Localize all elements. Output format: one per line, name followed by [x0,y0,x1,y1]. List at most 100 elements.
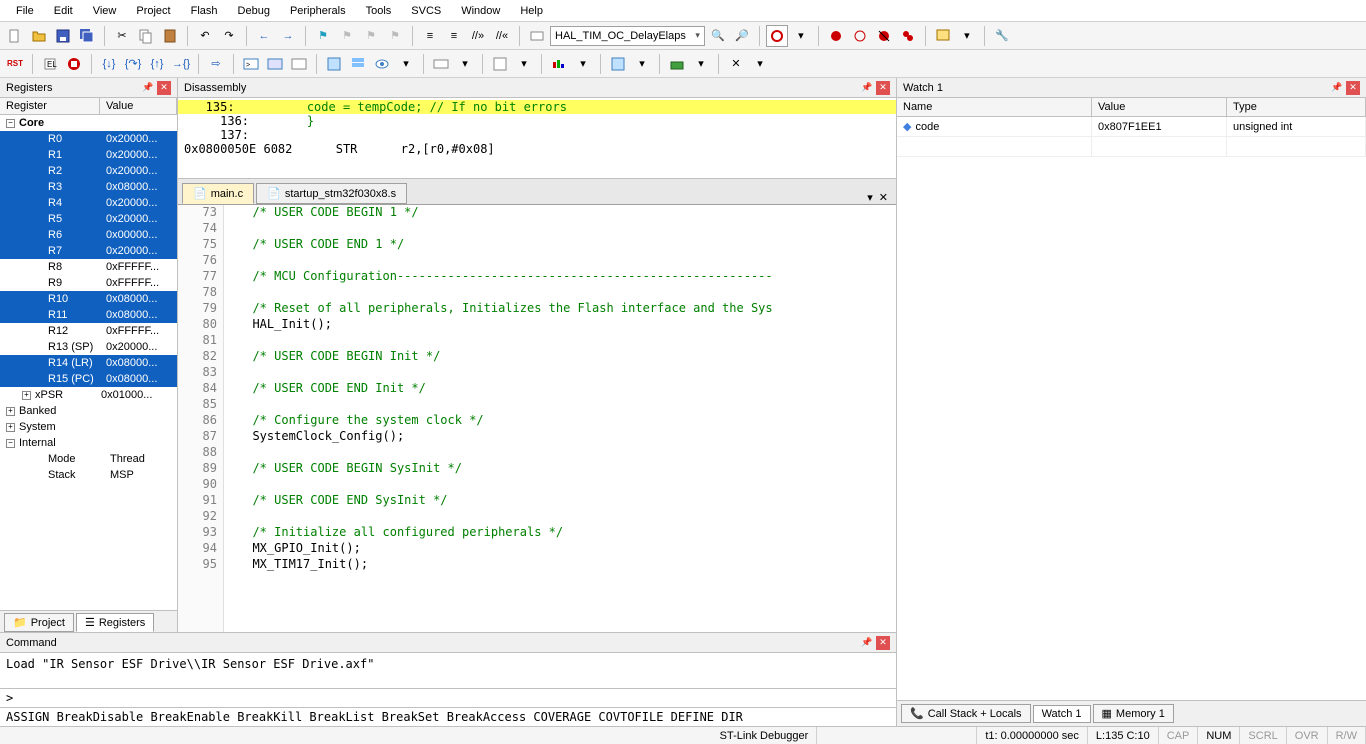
new-file-icon[interactable] [4,25,26,47]
comment-icon[interactable]: //» [467,25,489,47]
code-line[interactable] [238,333,896,349]
serial-window-icon[interactable] [430,53,452,75]
code-line[interactable]: MX_TIM17_Init(); [238,557,896,573]
watch-row[interactable]: ◆code0x807F1EE1unsigned int [897,117,1366,137]
symbols-window-icon[interactable] [288,53,310,75]
col-type[interactable]: Type [1227,98,1366,116]
memory-window-icon[interactable]: ▾ [395,53,417,75]
menu-project[interactable]: Project [126,3,180,19]
reg-row-r2[interactable]: R20x20000... [0,163,177,179]
bookmark-next-icon[interactable]: ⚑ [360,25,382,47]
nav-back-icon[interactable]: ← [253,25,275,47]
disasm-line[interactable]: 137: [178,128,896,142]
reg-row-r12[interactable]: R120xFFFFF... [0,323,177,339]
menu-debug[interactable]: Debug [228,3,280,19]
tab-memory1[interactable]: ▦ Memory 1 [1093,704,1174,723]
code-line[interactable]: /* USER CODE END Init */ [238,381,896,397]
reg-xpsr[interactable]: +xPSR0x01000... [0,387,177,403]
command-output[interactable]: Load "IR Sensor ESF Drive\\IR Sensor ESF… [0,653,896,688]
registers-window-icon[interactable] [323,53,345,75]
dropdown-icon[interactable]: ▾ [572,53,594,75]
code-line[interactable] [238,285,896,301]
menu-view[interactable]: View [83,3,127,19]
reg-row-r4[interactable]: R40x20000... [0,195,177,211]
open-icon[interactable] [28,25,50,47]
run-icon[interactable]: EL [39,53,61,75]
tab-registers[interactable]: ☰ Registers [76,613,154,632]
pin-icon[interactable]: 📌 [141,81,155,95]
col-value[interactable]: Value [100,98,177,114]
toolbox-icon[interactable] [666,53,688,75]
callstack-window-icon[interactable] [347,53,369,75]
menu-svcs[interactable]: SVCS [401,3,451,19]
code-line[interactable]: /* USER CODE END 1 */ [238,237,896,253]
registers-tree[interactable]: −CoreR00x20000...R10x20000...R20x20000..… [0,115,177,610]
menu-help[interactable]: Help [510,3,553,19]
find-icon[interactable] [526,25,548,47]
menu-flash[interactable]: Flash [181,3,228,19]
trace-window-icon[interactable] [548,53,570,75]
code-line[interactable]: /* Reset of all peripherals, Initializes… [238,301,896,317]
reg-row-r10[interactable]: R100x08000... [0,291,177,307]
paste-icon[interactable] [159,25,181,47]
run-to-cursor-icon[interactable]: →{} [170,53,192,75]
breakpoint-killall-icon[interactable] [897,25,919,47]
copy-icon[interactable] [135,25,157,47]
code-line[interactable]: /* USER CODE BEGIN Init */ [238,349,896,365]
reg-row-r9[interactable]: R90xFFFFF... [0,275,177,291]
reg-row-r0[interactable]: R00x20000... [0,131,177,147]
dropdown-icon[interactable]: ▾ [454,53,476,75]
watch-window-icon[interactable] [371,53,393,75]
reg-row-r6[interactable]: R60x00000... [0,227,177,243]
dropdown-icon[interactable]: ▾ [513,53,535,75]
code-line[interactable] [238,365,896,381]
editor-tab[interactable]: 📄startup_stm32f030x8.s [256,183,407,204]
bookmark-clear-icon[interactable]: ⚑ [384,25,406,47]
disassembly-window-icon[interactable] [264,53,286,75]
code-line[interactable]: /* USER CODE BEGIN SysInit */ [238,461,896,477]
code-line[interactable] [238,397,896,413]
code-line[interactable]: /* USER CODE END SysInit */ [238,493,896,509]
outdent-icon[interactable]: ≡ [443,25,465,47]
dropdown-icon[interactable]: ▾ [790,25,812,47]
menu-peripherals[interactable]: Peripherals [280,3,356,19]
configure-icon[interactable]: 🔧 [991,25,1013,47]
reg-group-core[interactable]: −Core [0,115,177,131]
reg-row-r13sp[interactable]: R13 (SP)0x20000... [0,339,177,355]
code-line[interactable] [238,221,896,237]
reg-internal-mode[interactable]: ModeThread [0,451,177,467]
close-icon[interactable]: ✕ [876,636,890,650]
col-name[interactable]: Name [897,98,1092,116]
tab-project[interactable]: 📁 Project [4,613,74,632]
reset-icon[interactable]: RST [4,53,26,75]
tab-close-icon[interactable]: ✕ [879,191,888,204]
undo-icon[interactable]: ↶ [194,25,216,47]
disassembly-body[interactable]: 135: code = tempCode; // If no bit error… [178,98,896,178]
editor-body[interactable]: 7374757677787980818283848586878889909192… [178,205,896,632]
close-icon[interactable]: ✕ [876,81,890,95]
analysis-window-icon[interactable] [489,53,511,75]
reg-row-r7[interactable]: R70x20000... [0,243,177,259]
cut-icon[interactable]: ✂ [111,25,133,47]
reg-row-r8[interactable]: R80xFFFFF... [0,259,177,275]
dropdown-icon[interactable]: ▾ [749,53,771,75]
breakpoint-kill-icon[interactable] [873,25,895,47]
function-combo[interactable]: HAL_TIM_OC_DelayElaps [550,26,705,46]
tab-watch1[interactable]: Watch 1 [1033,705,1091,723]
watch-rows[interactable]: ◆code0x807F1EE1unsigned int [897,117,1366,632]
dropdown-icon[interactable]: ▾ [956,25,978,47]
code-line[interactable] [238,445,896,461]
menu-file[interactable]: File [6,3,44,19]
menu-tools[interactable]: Tools [356,3,402,19]
reg-row-r15pc[interactable]: R15 (PC)0x08000... [0,371,177,387]
disasm-line[interactable]: 136: } [178,114,896,128]
step-over-icon[interactable]: {↷} [122,53,144,75]
reg-group-system[interactable]: +System [0,419,177,435]
reg-row-r1[interactable]: R10x20000... [0,147,177,163]
code-line[interactable] [238,477,896,493]
stop-icon[interactable] [63,53,85,75]
command-input[interactable]: > [0,688,896,707]
reg-row-r3[interactable]: R30x08000... [0,179,177,195]
system-viewer-icon[interactable] [607,53,629,75]
find-in-files-icon[interactable]: 🔍 [707,25,729,47]
